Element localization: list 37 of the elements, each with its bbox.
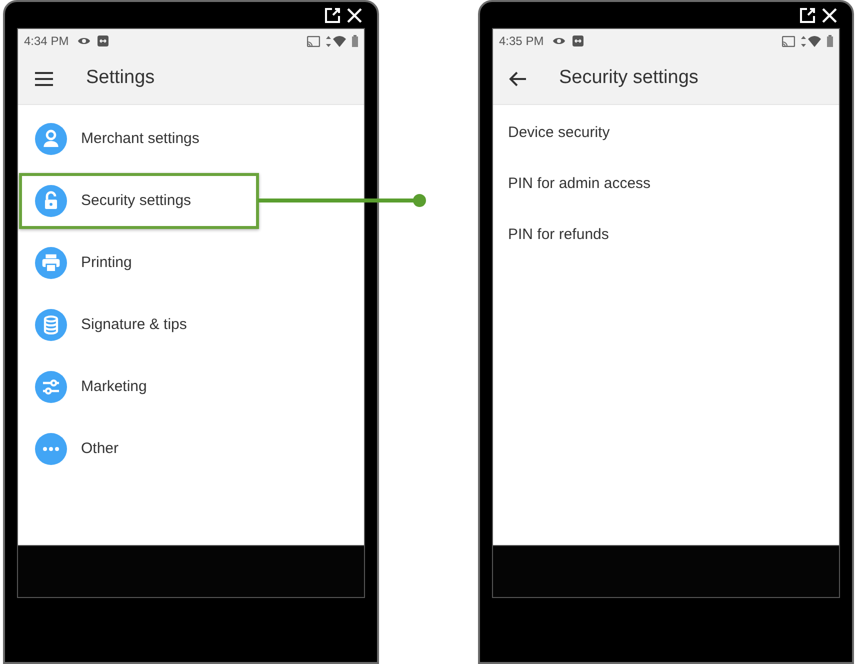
settings-item[interactable]: Device security: [493, 108, 839, 159]
remote-icon: [96, 35, 109, 47]
menu-icon[interactable]: [34, 72, 54, 86]
settings-item[interactable]: PIN for admin access: [493, 159, 839, 210]
wifi-icon: [808, 36, 821, 46]
battery-icon: [827, 35, 833, 47]
screen-title: Security settings: [559, 66, 698, 90]
more-dots-icon: [35, 433, 67, 465]
settings-item[interactable]: Signature & tips: [19, 297, 259, 353]
cast-icon: [307, 36, 320, 46]
status-time: 4:35 PM: [499, 33, 544, 50]
cast-icon: [782, 36, 795, 46]
sliders-icon: [35, 371, 67, 403]
close-icon[interactable]: [821, 6, 838, 24]
padlock-icon: [35, 185, 67, 217]
eye-icon: [76, 36, 91, 46]
settings-item[interactable]: Marketing: [19, 359, 259, 415]
back-arrow-icon[interactable]: [509, 70, 527, 86]
printer-icon: [35, 247, 67, 279]
person-icon: [35, 123, 67, 155]
wifi-icon: [333, 36, 346, 46]
settings-item[interactable]: Merchant settings: [19, 111, 259, 167]
external-link-icon[interactable]: [324, 6, 341, 24]
screen-title: Settings: [86, 66, 155, 90]
settings-item[interactable]: Security settings: [19, 173, 259, 229]
settings-item[interactable]: Other: [19, 421, 259, 477]
data-arrows-icon: [801, 36, 806, 46]
eye-icon: [552, 36, 566, 46]
close-icon[interactable]: [346, 6, 363, 24]
remote-icon: [572, 35, 584, 47]
data-arrows-icon: [326, 36, 331, 46]
battery-icon: [352, 35, 358, 47]
external-link-icon[interactable]: [799, 6, 816, 24]
database-icon: [35, 309, 67, 341]
settings-item[interactable]: PIN for refunds: [493, 210, 839, 261]
settings-item[interactable]: Printing: [19, 235, 259, 291]
status-time: 4:34 PM: [24, 33, 69, 50]
